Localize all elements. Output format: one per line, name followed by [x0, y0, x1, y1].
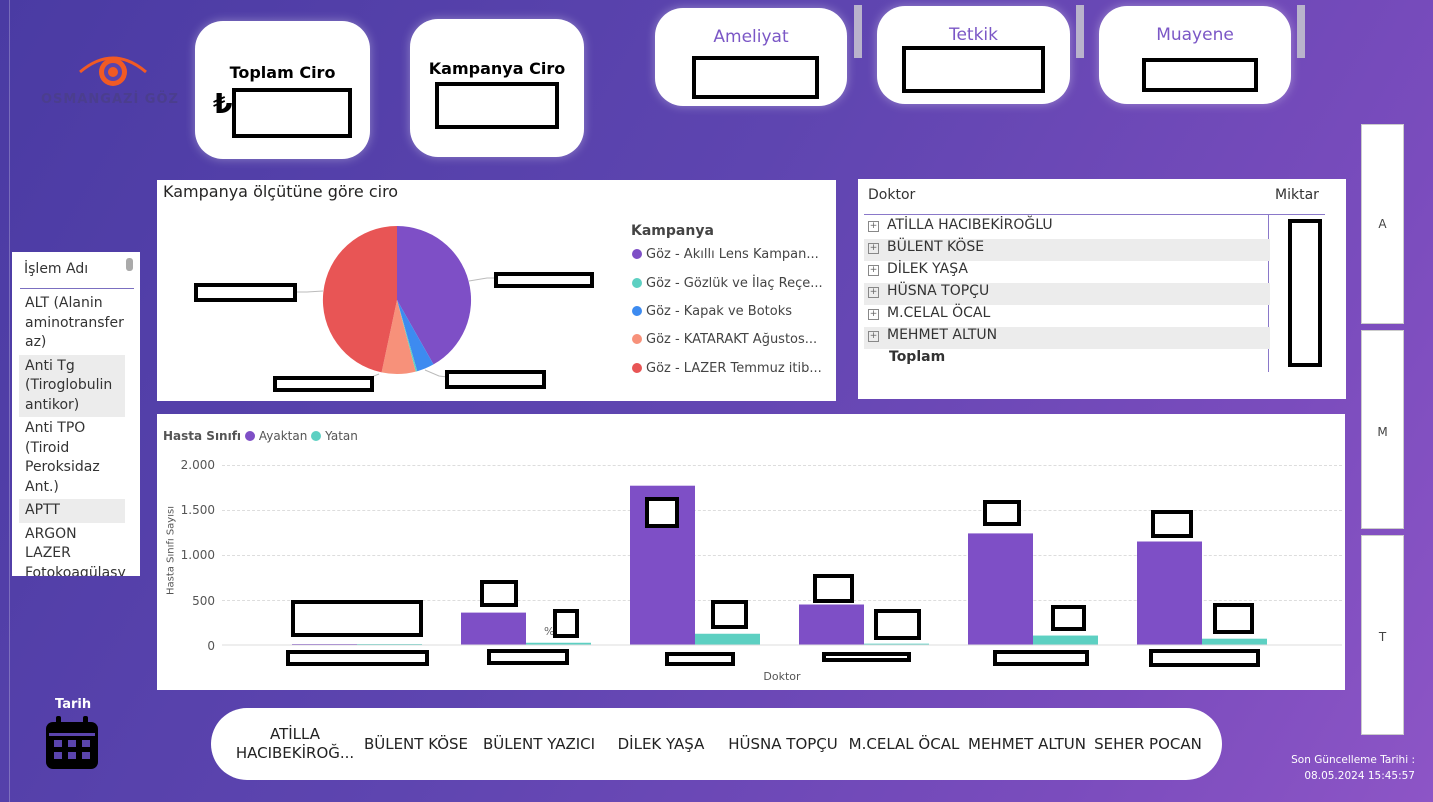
- bar-yatan[interactable]: [1202, 638, 1267, 645]
- redacted-label: [711, 600, 748, 629]
- redacted-label: [291, 600, 423, 637]
- redacted-label: [487, 649, 569, 665]
- redacted-label: [553, 609, 579, 638]
- last-update-label: Son Güncelleme Tarihi :: [1291, 754, 1415, 766]
- redacted-label: [665, 652, 735, 666]
- bar-ayaktan[interactable]: [968, 533, 1033, 645]
- redacted-label: [645, 497, 679, 528]
- doctor-nav-bar: ATİLLA HACIBEKİROĞ... BÜLENT KÖSE BÜLENT…: [211, 708, 1222, 780]
- doctor-nav-item[interactable]: MEHMET ALTUN: [965, 708, 1089, 780]
- doctor-nav-item[interactable]: ATİLLA HACIBEKİROĞ...: [236, 708, 354, 780]
- redacted-label: [1051, 605, 1086, 631]
- redacted-label: [1149, 649, 1260, 667]
- date-label: Tarih: [55, 697, 92, 712]
- last-update: Son Güncelleme Tarihi : 08.05.2024 15:45…: [1285, 752, 1415, 784]
- redacted-label: [1151, 510, 1193, 538]
- doctor-nav-item[interactable]: DİLEK YAŞA: [609, 708, 713, 780]
- bar-ayaktan[interactable]: [461, 612, 526, 645]
- bar-yatan[interactable]: [1033, 635, 1098, 645]
- doctor-nav-item[interactable]: SEHER POCAN: [1093, 708, 1203, 780]
- bar-yatan[interactable]: [695, 633, 760, 645]
- doctor-nav-item[interactable]: BÜLENT YAZICI: [479, 708, 599, 780]
- bar-ayaktan[interactable]: [1137, 541, 1202, 646]
- redacted-label: [286, 650, 429, 666]
- last-update-value: 08.05.2024 15:45:57: [1304, 770, 1415, 782]
- calendar-icon[interactable]: [45, 716, 99, 770]
- redacted-label: [822, 652, 911, 662]
- redacted-label: [983, 500, 1021, 526]
- redacted-label: [1213, 603, 1254, 634]
- doctor-nav-item[interactable]: M.CELAL ÖCAL: [847, 708, 961, 780]
- redacted-label: [993, 650, 1089, 666]
- redacted-label: [874, 609, 921, 640]
- redacted-label: [813, 574, 854, 603]
- bar-ayaktan[interactable]: [799, 604, 864, 646]
- doctor-nav-item[interactable]: HÜSNA TOPÇU: [723, 708, 843, 780]
- bar-chart[interactable]: [0, 0, 1433, 802]
- doctor-nav-item[interactable]: BÜLENT KÖSE: [361, 708, 471, 780]
- redacted-label: [480, 580, 518, 607]
